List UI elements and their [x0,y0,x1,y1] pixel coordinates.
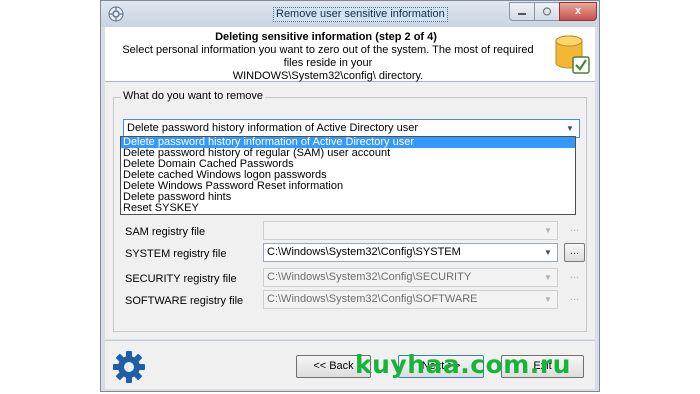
sam-browse-button[interactable]: ... [564,221,585,240]
close-button[interactable]: x [559,2,597,21]
chevron-down-icon[interactable]: ▼ [563,120,577,137]
database-check-icon [555,35,590,74]
group-label: What do you want to remove [121,90,266,102]
sam-file-combo[interactable]: ▼ [263,221,558,240]
page-title: Deleting sensitive information (step 2 o… [215,31,437,43]
software-file-combo[interactable]: C:\Windows\System32\Config\SOFTWARE ▼ [263,290,558,309]
system-browse-button[interactable]: ... [564,243,585,262]
maximize-button[interactable] [534,2,560,21]
system-file-combo[interactable]: C:\Windows\System32\Config\SYSTEM ▼ [263,243,558,262]
chevron-down-icon[interactable]: ▼ [541,291,555,308]
gear-icon [113,351,145,383]
title-bar[interactable]: Remove user sensitive information x [101,1,599,27]
maximize-icon [542,7,552,16]
watermark-text: kuyhaa.com.ru [355,350,571,379]
security-browse-button[interactable]: ... [564,268,585,287]
app-icon[interactable] [108,6,124,22]
close-icon: x [574,5,582,17]
minimize-button[interactable] [509,2,535,21]
chevron-down-icon[interactable]: ▼ [541,269,555,286]
security-file-value: C:\Windows\System32\Config\SECURITY [267,271,472,283]
wizard-header: Deleting sensitive information (step 2 o… [105,27,595,82]
security-file-combo[interactable]: C:\Windows\System32\Config\SECURITY ▼ [263,268,558,287]
dropdown-option[interactable]: Reset SYSKEY [121,203,575,214]
software-browse-button[interactable]: ... [564,290,585,309]
removal-type-dropdown-list: Delete password history information of A… [120,136,576,215]
system-file-value: C:\Windows\System32\Config\SYSTEM [267,246,461,258]
sam-file-label: SAM registry file [125,226,206,238]
software-file-value: C:\Windows\System32\Config\SOFTWARE [267,293,478,305]
window-title: Remove user sensitive information [273,7,448,22]
system-file-label: SYSTEM registry file [125,248,227,260]
chevron-down-icon[interactable]: ▼ [541,222,555,239]
security-file-label: SECURITY registry file [125,273,237,285]
description-line-1: Select personal information you want to … [122,44,534,69]
minimize-icon [518,13,526,15]
app-window: Remove user sensitive information x Dele… [100,0,600,392]
page-description: Select personal information you want to … [113,44,543,83]
chevron-down-icon[interactable]: ▼ [541,244,555,261]
software-file-label: SOFTWARE registry file [125,295,244,307]
removal-type-value: Delete password history information of A… [127,122,419,134]
